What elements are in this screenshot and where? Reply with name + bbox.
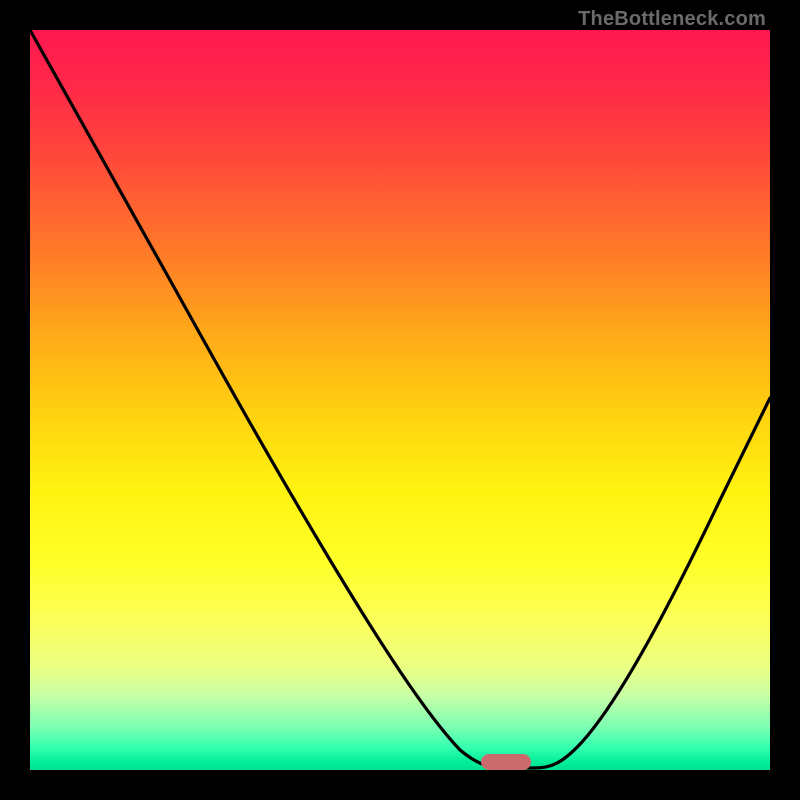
chart-frame: TheBottleneck.com [0, 0, 800, 800]
bottleneck-curve [30, 30, 770, 768]
watermark-text: TheBottleneck.com [578, 8, 766, 31]
plot-area [30, 30, 770, 770]
curve-layer [30, 30, 770, 770]
optimal-marker [481, 754, 531, 770]
